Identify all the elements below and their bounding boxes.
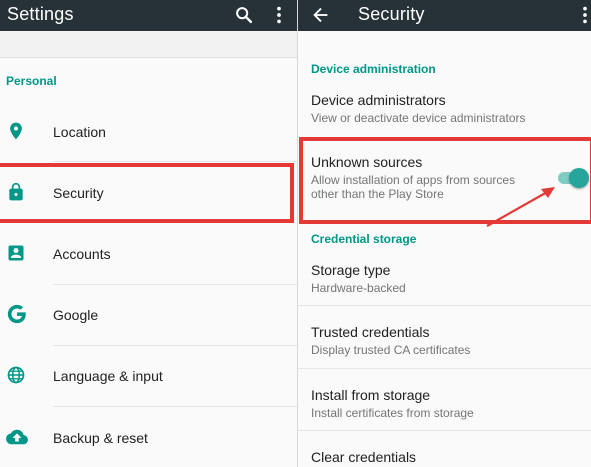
back-arrow-icon[interactable] — [310, 4, 332, 26]
pref-title: Device administrators — [311, 92, 446, 108]
section-header-device-administration: Device administration — [311, 62, 436, 76]
pref-subtitle: Install certificates from storage — [311, 406, 474, 420]
divider — [298, 368, 591, 369]
settings-item-label: Location — [53, 124, 106, 140]
divider — [298, 430, 591, 431]
divider — [53, 284, 297, 285]
google-icon — [6, 303, 26, 324]
pref-title: Unknown sources — [311, 154, 423, 170]
security-app-bar: Security — [298, 0, 591, 31]
pref-subtitle: View or deactivate device administrators — [311, 111, 526, 125]
section-header-personal: Personal — [6, 74, 57, 88]
settings-app-bar: Settings — [0, 0, 297, 31]
toggle-thumb — [569, 168, 589, 188]
divider — [53, 345, 297, 346]
search-icon[interactable] — [233, 4, 255, 26]
pref-storage-type[interactable]: Storage type Hardware-backed — [311, 262, 581, 295]
pref-device-administrators[interactable]: Device administrators View or deactivate… — [311, 92, 581, 125]
divider — [53, 406, 297, 407]
settings-item-backup[interactable]: Backup & reset — [0, 416, 297, 460]
pref-title: Install from storage — [311, 387, 431, 403]
lock-icon — [6, 182, 26, 202]
divider — [53, 161, 297, 162]
more-vert-icon[interactable] — [268, 4, 290, 26]
divider — [298, 305, 591, 306]
settings-item-accounts[interactable]: Accounts — [0, 232, 297, 276]
pref-title: Storage type — [311, 262, 391, 278]
settings-item-security[interactable]: Security — [0, 171, 297, 215]
pref-title: Clear credentials — [311, 449, 417, 465]
pref-install-from-storage[interactable]: Install from storage Install certificate… — [311, 387, 581, 420]
pref-clear-credentials[interactable]: Clear credentials — [311, 449, 581, 465]
section-header-credential-storage: Credential storage — [311, 232, 417, 246]
pref-title: Trusted credentials — [311, 324, 430, 340]
settings-item-language[interactable]: Language & input — [0, 354, 297, 398]
search-suggestions-strip — [0, 31, 297, 58]
more-vert-icon[interactable] — [574, 4, 591, 26]
settings-item-label: Security — [53, 185, 104, 201]
pref-trusted-credentials[interactable]: Trusted credentials Display trusted CA c… — [311, 324, 581, 357]
settings-item-label: Backup & reset — [53, 430, 148, 446]
security-panel: Security Device administration Device ad… — [298, 0, 591, 467]
settings-title: Settings — [7, 4, 74, 24]
pref-subtitle: Hardware-backed — [311, 281, 406, 295]
settings-item-label: Google — [53, 307, 99, 323]
settings-panel: Settings Personal Location Security Acco… — [0, 0, 297, 467]
annotation-arrow-icon — [486, 187, 555, 227]
settings-item-label: Accounts — [53, 246, 111, 262]
location-icon — [6, 121, 26, 141]
pref-subtitle: Display trusted CA certificates — [311, 343, 471, 357]
cloud-upload-icon — [6, 427, 28, 447]
security-title: Security — [358, 4, 425, 24]
account-box-icon — [6, 243, 26, 263]
globe-icon — [6, 365, 26, 385]
settings-item-label: Language & input — [53, 368, 163, 384]
settings-item-location[interactable]: Location — [0, 110, 297, 154]
settings-item-google[interactable]: Google — [0, 293, 297, 337]
